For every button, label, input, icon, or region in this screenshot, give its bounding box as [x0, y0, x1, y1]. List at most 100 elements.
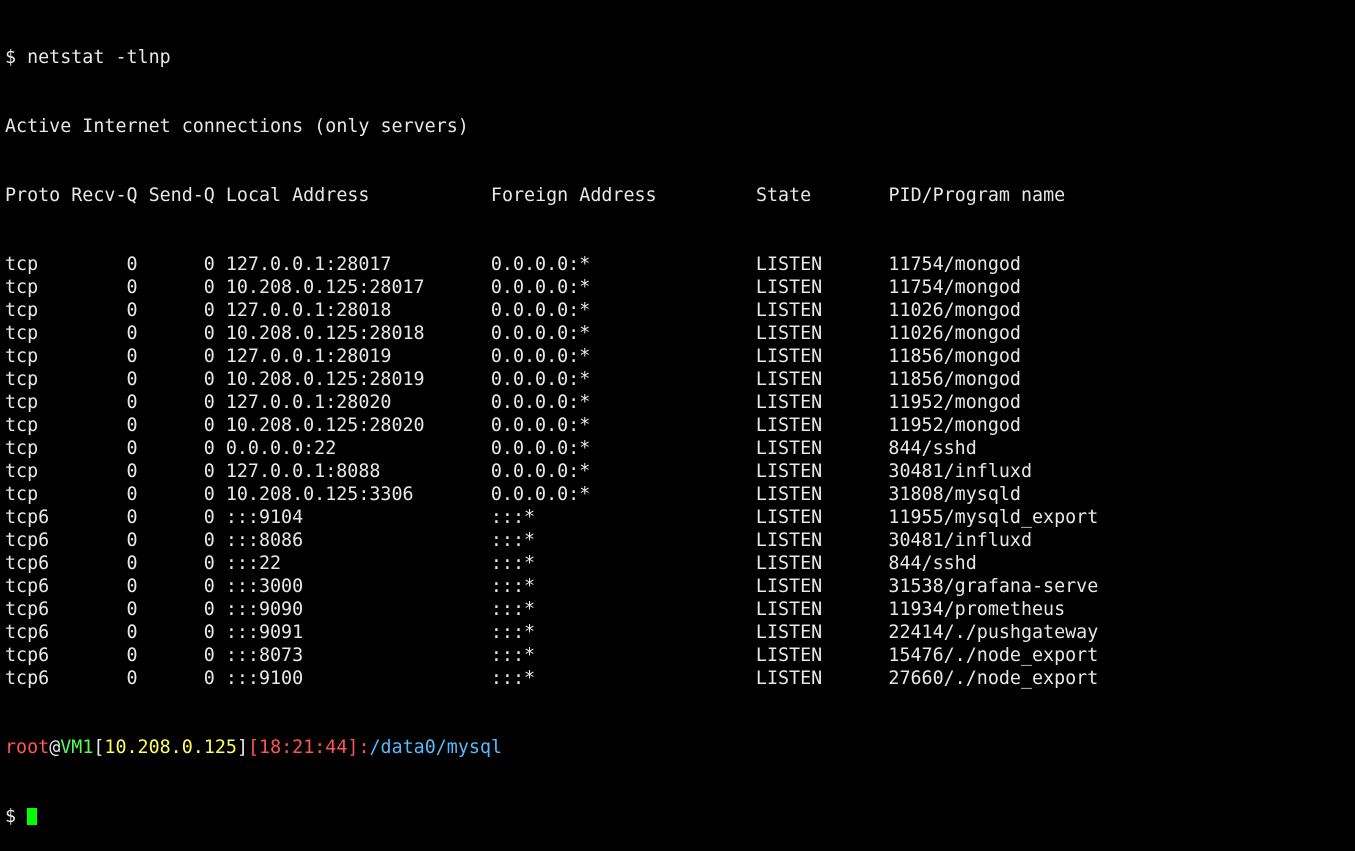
cell-send: 0 — [203, 461, 215, 482]
table-row: tcp6 0 0 :::9104:::* LISTEN 11955/mysqld_ex… — [5, 506, 1098, 529]
cell-pid: 11934/prometheus — [888, 599, 1066, 620]
cursor — [27, 808, 38, 825]
table-row: tcp 0 0 127.0.0.1:8088 0.0.0.0:* LISTEN 3048… — [5, 460, 1098, 483]
cell-foreign: :::* — [490, 622, 536, 643]
prompt-bracket: ] — [347, 737, 359, 758]
cell-foreign: 0.0.0.0:* — [490, 415, 591, 436]
cell-pid: 11856/mongod — [888, 369, 1021, 390]
cell-proto: tcp — [5, 300, 39, 321]
cell-proto: tcp — [5, 461, 39, 482]
cell-local: :::22 — [225, 553, 282, 574]
cell-pid: 11952/mongod — [888, 415, 1021, 436]
cell-recv: 0 — [126, 622, 138, 643]
cell-send: 0 — [203, 254, 215, 275]
cell-pid: 31538/grafana-serve — [888, 576, 1099, 597]
cell-local: 127.0.0.1:28020 — [225, 392, 392, 413]
cell-recv: 0 — [126, 576, 138, 597]
table-row: tcp 0 0 10.208.0.125:28018 0.0.0.0:* LISTEN… — [5, 322, 1098, 345]
cell-recv: 0 — [126, 507, 138, 528]
cell-proto: tcp — [5, 438, 39, 459]
cell-send: 0 — [203, 668, 215, 689]
cell-pid: 11952/mongod — [888, 392, 1021, 413]
cell-state: LISTEN — [755, 507, 823, 528]
table-row: tcp6 0 0 :::9090:::* LISTEN 11934/prometheu… — [5, 598, 1098, 621]
cell-recv: 0 — [126, 254, 138, 275]
cell-foreign: 0.0.0.0:* — [490, 461, 591, 482]
cell-state: LISTEN — [755, 300, 823, 321]
prompt-colon: : — [358, 737, 370, 758]
cell-recv: 0 — [126, 438, 138, 459]
cell-local: 0.0.0.0:22 — [225, 438, 337, 459]
cell-local: :::8073 — [225, 645, 304, 666]
cell-foreign: 0.0.0.0:* — [490, 484, 591, 505]
table-row: tcp 0 0 127.0.0.1:28017 0.0.0.0:* LISTEN 117… — [5, 253, 1098, 276]
cell-send: 0 — [203, 392, 215, 413]
terminal[interactable]: $ netstat -tlnp Active Internet connecti… — [5, 0, 1098, 851]
cell-local: :::9090 — [225, 599, 304, 620]
cell-foreign: :::* — [490, 645, 536, 666]
cell-pid: 11026/mongod — [888, 323, 1021, 344]
cell-send: 0 — [203, 645, 215, 666]
cell-state: LISTEN — [755, 369, 823, 390]
cell-local: :::9091 — [225, 622, 304, 643]
cell-recv: 0 — [126, 484, 138, 505]
cell-recv: 0 — [126, 346, 138, 367]
cell-local: :::9104 — [225, 507, 304, 528]
cell-recv: 0 — [126, 392, 138, 413]
cell-local: 10.208.0.125:3306 — [225, 484, 414, 505]
input-line[interactable]: $ — [5, 805, 1098, 828]
cell-foreign: 0.0.0.0:* — [490, 254, 591, 275]
connection-rows: tcp 0 0 127.0.0.1:28017 0.0.0.0:* LISTEN 117… — [5, 253, 1098, 690]
table-row: tcp 0 0 127.0.0.1:28018 0.0.0.0:* LISTEN 110… — [5, 299, 1098, 322]
prompt-user: root — [5, 737, 50, 758]
cell-proto: tcp6 — [5, 576, 50, 597]
cell-send: 0 — [203, 369, 215, 390]
cell-pid: 31808/mysqld — [888, 484, 1021, 505]
cell-state: LISTEN — [755, 645, 823, 666]
cell-recv: 0 — [126, 645, 138, 666]
prompt-bracket: ] — [236, 737, 248, 758]
cell-recv: 0 — [126, 369, 138, 390]
cell-recv: 0 — [126, 668, 138, 689]
cell-state: LISTEN — [755, 553, 823, 574]
cell-proto: tcp6 — [5, 668, 50, 689]
cell-state: LISTEN — [755, 415, 823, 436]
cell-foreign: :::* — [490, 599, 536, 620]
cell-pid: 15476/./node_export — [888, 645, 1099, 666]
cell-pid: 11026/mongod — [888, 300, 1021, 321]
cell-pid: 11955/mysqld_export — [888, 507, 1099, 528]
cell-send: 0 — [203, 346, 215, 367]
cell-local: 127.0.0.1:28019 — [225, 346, 392, 367]
cell-state: LISTEN — [755, 392, 823, 413]
cell-foreign: :::* — [490, 507, 536, 528]
header-foreign: Foreign Address — [490, 185, 657, 206]
prompt-bracket: [ — [248, 737, 260, 758]
cell-foreign: 0.0.0.0:* — [490, 438, 591, 459]
cell-proto: tcp6 — [5, 599, 50, 620]
header-proto-recv-send: Proto Recv-Q Send-Q — [5, 185, 215, 206]
cell-proto: tcp — [5, 323, 39, 344]
cell-foreign: 0.0.0.0:* — [490, 392, 591, 413]
cell-pid: 844/sshd — [888, 438, 977, 459]
cell-foreign: 0.0.0.0:* — [490, 300, 591, 321]
cell-state: LISTEN — [755, 622, 823, 643]
cell-state: LISTEN — [755, 461, 823, 482]
table-row: tcp6 0 0 :::8073:::* LISTEN 15476/./node_ex… — [5, 644, 1098, 667]
prompt-host: VM1 — [60, 737, 94, 758]
prompt-bracket: [ — [93, 737, 105, 758]
cell-proto: tcp — [5, 484, 39, 505]
